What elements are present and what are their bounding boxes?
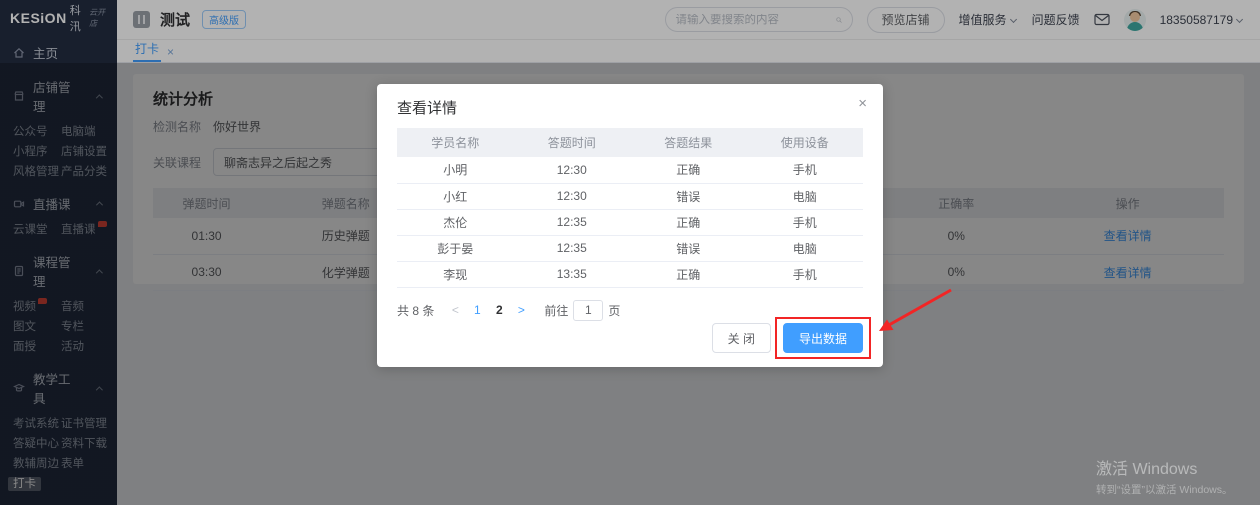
close-icon[interactable]: × <box>858 95 867 112</box>
app-root: KESiON 科汛 云开店 主页 店铺管理 公众号 电脑端 小程序 店铺设置 风… <box>0 0 1260 505</box>
pagination-page-2[interactable]: 2 <box>490 303 508 317</box>
pagination-prev-button[interactable]: < <box>446 303 464 317</box>
windows-activation-watermark: 激活 Windows 转到“设置”以激活 Windows。 <box>1096 461 1233 496</box>
table-row: 小红 12:30 错误 电脑 <box>397 183 863 210</box>
details-dialog: 查看详情 × 学员名称 答题时间 答题结果 使用设备 小明 12:30 正确 手机 <box>377 84 883 367</box>
dialog-title: 查看详情 <box>397 100 458 117</box>
table-row: 小明 12:30 正确 手机 <box>397 157 863 184</box>
table-row: 彭于晏 12:35 错误 电脑 <box>397 235 863 262</box>
students-table: 学员名称 答题时间 答题结果 使用设备 小明 12:30 正确 手机 小红 12:30 错… <box>397 128 863 288</box>
pagination-next-button[interactable]: > <box>512 303 530 317</box>
close-button[interactable]: 关 闭 <box>711 323 771 353</box>
table-row: 杰伦 12:35 正确 手机 <box>397 209 863 236</box>
table-row: 李现 13:35 正确 手机 <box>397 261 863 288</box>
pagination-total: 共 8 条 <box>397 303 435 318</box>
dialog-body: 学员名称 答题时间 答题结果 使用设备 小明 12:30 正确 手机 小红 12:30 错… <box>377 128 883 321</box>
dialog-header: 查看详情 × <box>377 84 883 128</box>
table-header-row: 学员名称 答题时间 答题结果 使用设备 <box>397 128 863 157</box>
dialog-footer: 关 闭 导出数据 <box>711 317 871 359</box>
pagination-page-1[interactable]: 1 <box>468 303 486 317</box>
goto-page-input[interactable] <box>573 299 604 321</box>
pagination-goto: 前往 页 <box>544 299 620 321</box>
export-data-button[interactable]: 导出数据 <box>782 323 863 353</box>
pagination: 共 8 条 < 1 2 > 前往 页 <box>397 299 863 321</box>
